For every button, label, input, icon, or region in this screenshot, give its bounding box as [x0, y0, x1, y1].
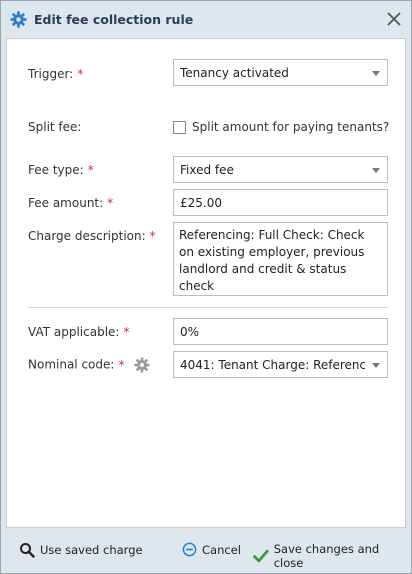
split-fee-checkbox-label: Split amount for paying tenants?: [192, 120, 390, 134]
minus-circle-icon: [182, 542, 197, 557]
trigger-label: Trigger: *: [28, 67, 84, 81]
save-changes-button[interactable]: Save changes and close: [253, 542, 410, 570]
split-fee-checkbox[interactable]: [173, 120, 186, 134]
nominal-code-label: Nominal code: *: [28, 357, 150, 373]
dialog-title: Edit fee collection rule: [34, 12, 194, 27]
fee-amount-input[interactable]: £25.00: [173, 189, 388, 216]
chevron-down-icon: [372, 168, 380, 173]
charge-description-label: Charge description: *: [28, 229, 156, 243]
divider: [28, 307, 388, 308]
vat-label: VAT applicable: *: [28, 325, 130, 339]
fee-amount-label: Fee amount: *: [28, 196, 114, 210]
gear-icon: [10, 11, 27, 28]
charge-description-textarea[interactable]: Referencing: Full Check: Check on existi…: [173, 222, 388, 296]
nominal-code-select[interactable]: 4041: Tenant Charge: Referencing: [173, 351, 388, 378]
dialog-body: Trigger: * Tenancy activated Split fee: S…: [6, 38, 406, 528]
dialog-footer: Use saved charge Cancel Save changes and…: [2, 529, 410, 573]
edit-fee-dialog: Edit fee collection rule Trigger: * Tenan…: [0, 0, 412, 574]
search-icon: [20, 543, 35, 558]
split-fee-label: Split fee:: [28, 120, 82, 134]
split-fee-option[interactable]: Split amount for paying tenants?: [173, 119, 389, 135]
cancel-button[interactable]: Cancel: [182, 542, 241, 557]
gear-icon[interactable]: [134, 357, 150, 373]
chevron-down-icon: [372, 71, 380, 76]
dialog-titlebar: Edit fee collection rule: [1, 1, 411, 38]
fee-type-select[interactable]: Fixed fee: [173, 156, 388, 183]
vat-input[interactable]: 0%: [173, 318, 388, 345]
chevron-down-icon: [372, 363, 380, 368]
fee-type-label: Fee type: *: [28, 163, 94, 177]
trigger-select[interactable]: Tenancy activated: [173, 59, 388, 86]
checkmark-icon: [253, 549, 269, 563]
use-saved-charge-button[interactable]: Use saved charge: [19, 542, 143, 558]
close-icon[interactable]: [385, 10, 403, 28]
